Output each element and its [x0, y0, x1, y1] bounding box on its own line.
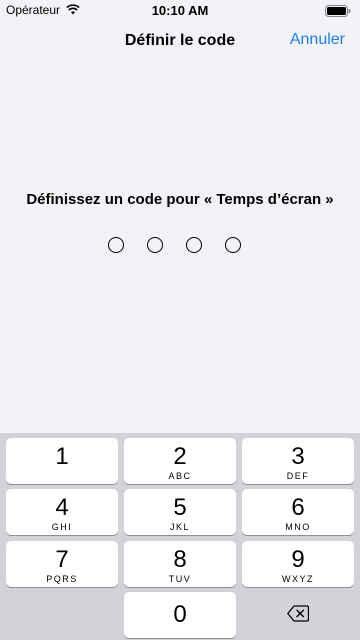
key-9[interactable]: 9 WXYZ — [242, 541, 354, 587]
key-digit: 1 — [55, 443, 69, 470]
key-letters: MNO — [285, 522, 311, 532]
key-digit: 0 — [173, 601, 187, 628]
key-letters: JKL — [169, 522, 190, 532]
passcode-prompt: Définissez un code pour « Temps d’écran … — [26, 191, 334, 208]
key-digit: 6 — [291, 494, 305, 521]
key-digit: 3 — [291, 443, 305, 470]
key-6[interactable]: 6 MNO — [242, 489, 354, 535]
backspace-icon — [287, 605, 309, 622]
key-digit: 9 — [291, 546, 305, 573]
delete-button[interactable] — [242, 592, 354, 638]
key-7[interactable]: 7 PQRS — [6, 541, 118, 587]
status-bar: Opérateur 10:10 AM — [0, 0, 360, 22]
key-letters: ABC — [168, 471, 192, 481]
key-letters: TUV — [168, 574, 192, 584]
key-digit: 8 — [173, 546, 187, 573]
key-0[interactable]: 0 — [124, 592, 236, 638]
key-1[interactable]: 1 — [6, 438, 118, 484]
key-digit: 5 — [173, 494, 187, 521]
key-digit: 2 — [173, 443, 187, 470]
passcode-dots — [108, 237, 258, 257]
key-3[interactable]: 3 DEF — [242, 438, 354, 484]
passcode-dot — [108, 237, 124, 253]
passcode-dot — [225, 237, 241, 253]
key-5[interactable]: 5 JKL — [124, 489, 236, 535]
key-4[interactable]: 4 GHI — [6, 489, 118, 535]
numeric-keypad: 1 2 ABC 3 DEF 4 GHI 5 JKL 6 MNO 7 PQRS 8… — [0, 433, 360, 640]
key-digit: 4 — [55, 494, 69, 521]
battery-icon — [325, 5, 351, 17]
key-2[interactable]: 2 ABC — [124, 438, 236, 484]
status-time: 10:10 AM — [151, 3, 209, 18]
key-letters: GHI — [51, 522, 73, 532]
key-letters: WXYZ — [282, 574, 314, 584]
key-letters: DEF — [286, 471, 310, 481]
key-letters: PQRS — [46, 574, 78, 584]
key-8[interactable]: 8 TUV — [124, 541, 236, 587]
passcode-dot — [186, 237, 202, 253]
key-digit: 7 — [55, 546, 69, 573]
passcode-dot — [147, 237, 163, 253]
cancel-button[interactable]: Annuler — [290, 31, 345, 49]
